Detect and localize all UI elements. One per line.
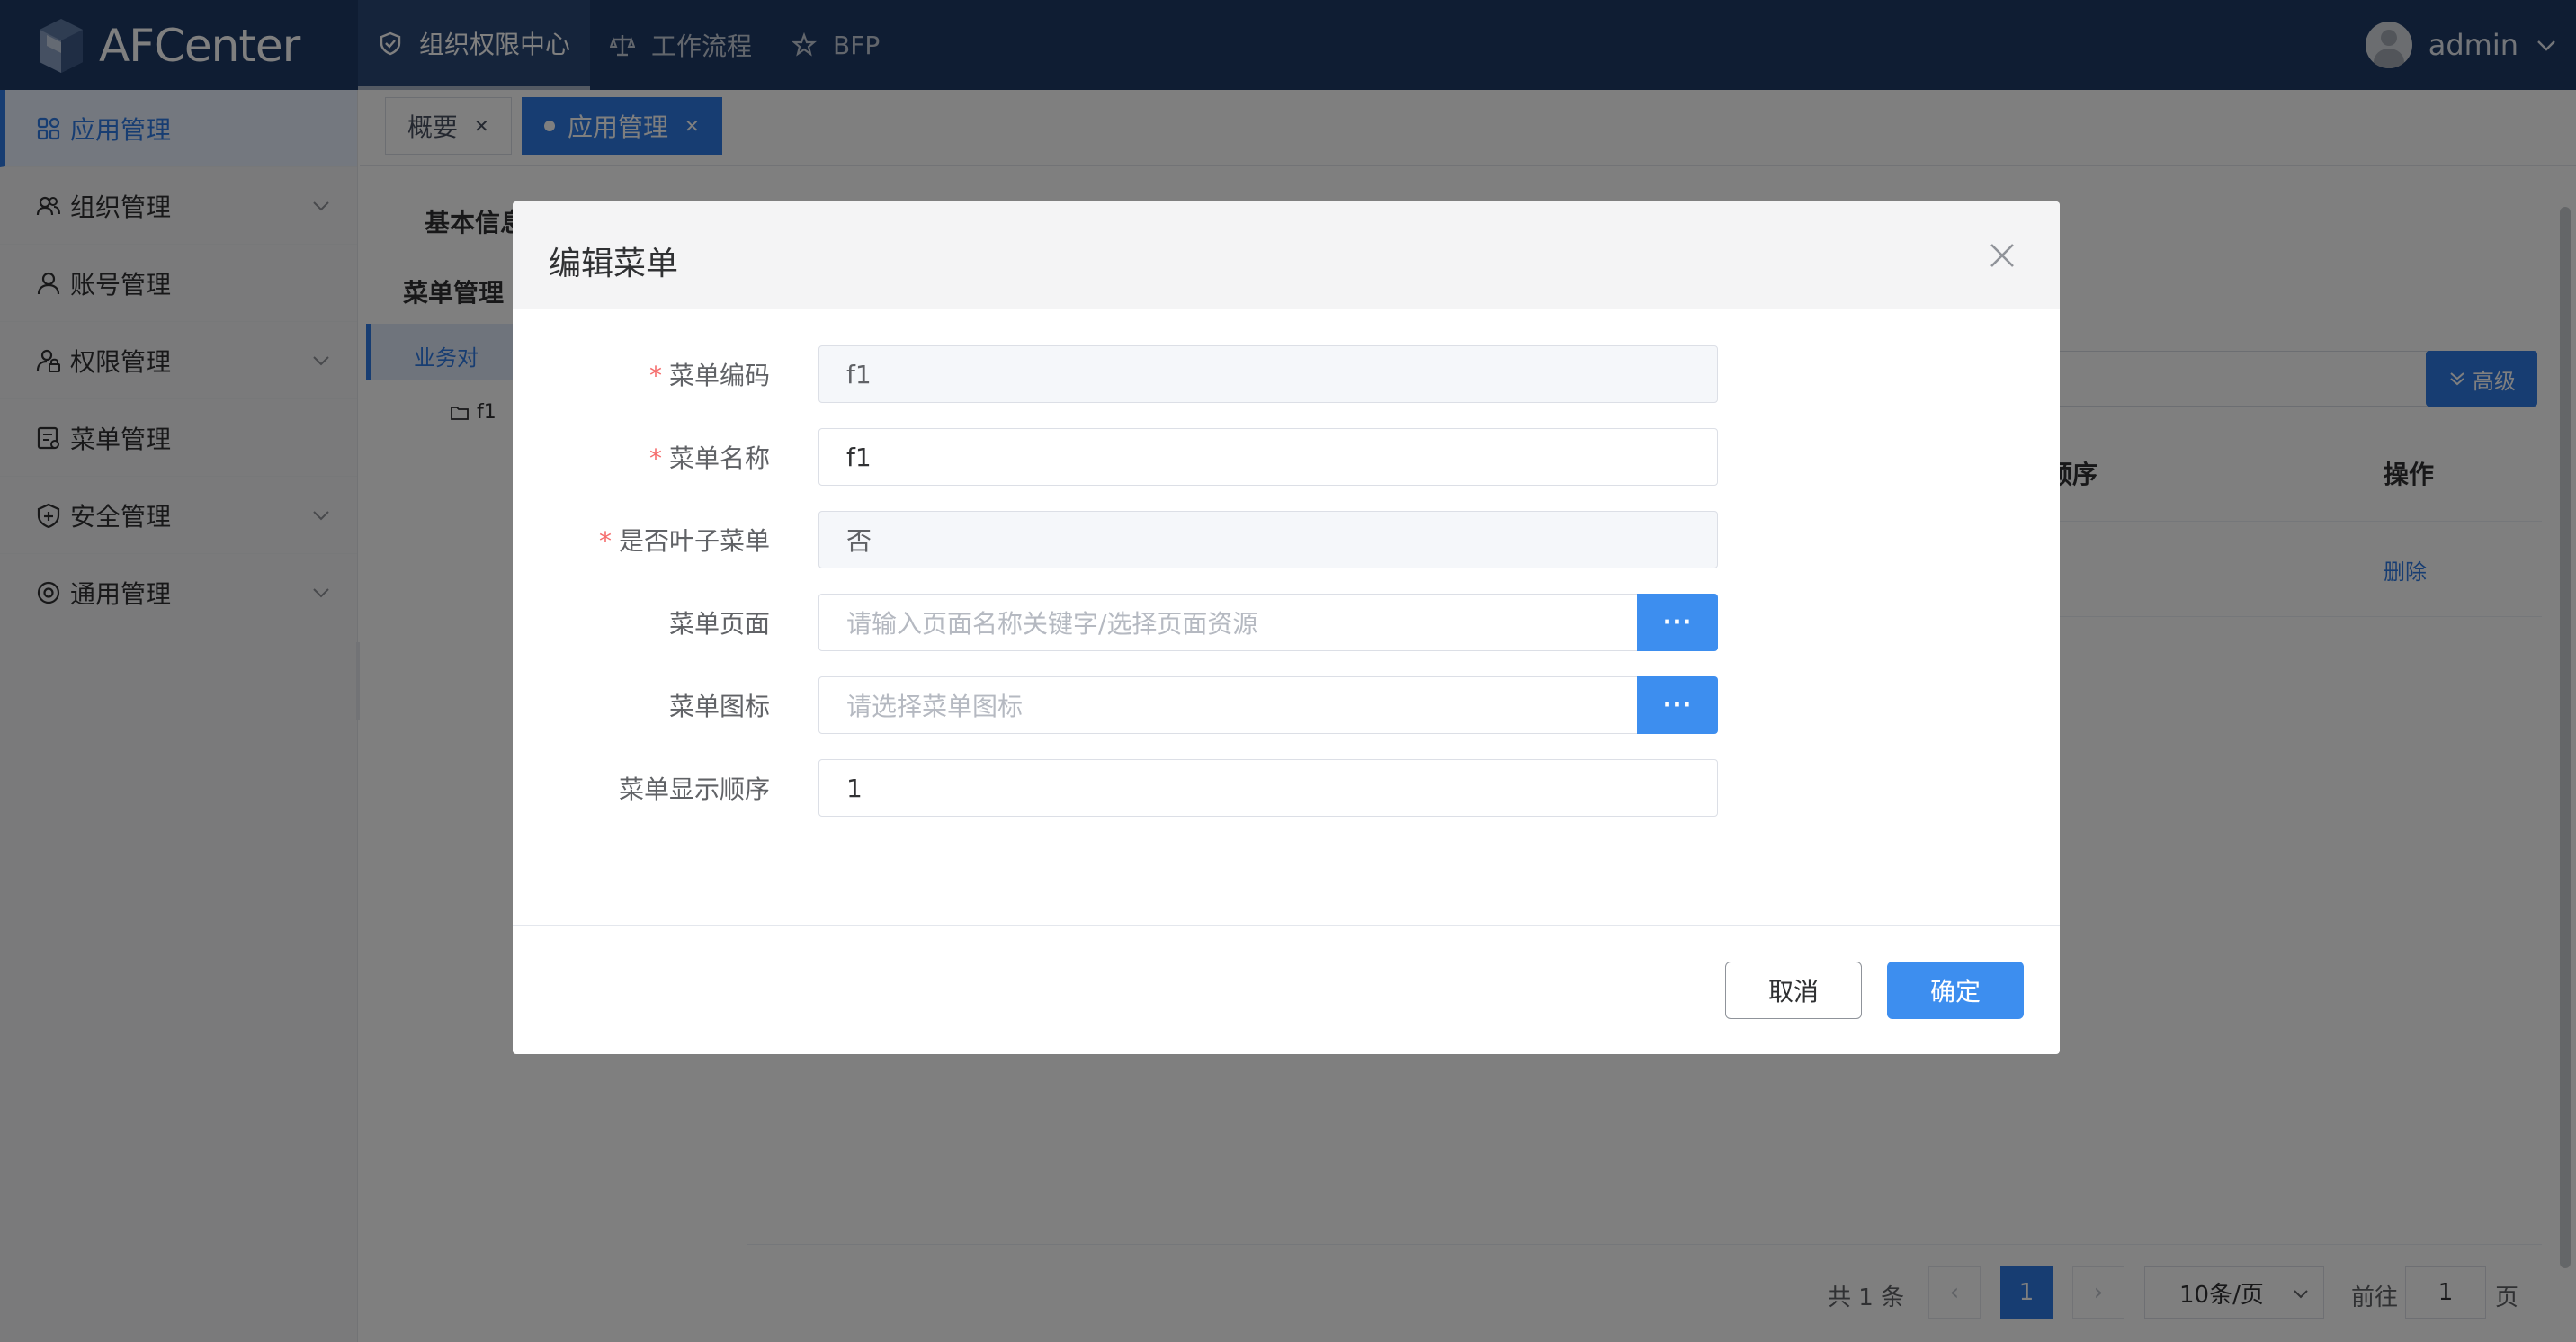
form-row-menu-icon: 菜单图标 请选择菜单图标 ···	[513, 676, 2060, 734]
form-row-menu-code: * 菜单编码 f1	[513, 345, 2060, 403]
form-row-menu-name: * 菜单名称 f1	[513, 428, 2060, 486]
select-icon-button[interactable]: ···	[1637, 676, 1718, 734]
is-leaf-select[interactable]: 否	[818, 511, 1718, 568]
dialog-footer: 取消 确定	[513, 925, 2060, 1054]
menu-page-label: 菜单页面	[668, 609, 770, 639]
edit-menu-dialog: 编辑菜单 * 菜单编码 f1 * 菜单名称 f1 * 是否叶子菜单 否 菜单页面 请输…	[513, 201, 2060, 1054]
menu-icon-input[interactable]: 请选择菜单图标	[818, 676, 1639, 734]
confirm-button[interactable]: 确定	[1887, 962, 2024, 1019]
menu-name-input[interactable]: f1	[818, 428, 1718, 486]
menu-icon-label: 菜单图标	[668, 692, 770, 721]
display-order-input[interactable]: 1	[818, 759, 1718, 817]
display-order-label: 菜单显示顺序	[618, 774, 770, 804]
select-page-button[interactable]: ···	[1637, 594, 1718, 651]
menu-name-label: * 菜单名称	[648, 443, 770, 473]
close-icon[interactable]	[1982, 236, 2022, 275]
menu-code-input[interactable]: f1	[818, 345, 1718, 403]
dialog-header: 编辑菜单	[513, 201, 2060, 309]
required-mark: *	[648, 443, 662, 473]
cancel-button[interactable]: 取消	[1725, 962, 1862, 1019]
menu-code-label: * 菜单编码	[648, 361, 770, 390]
form-row-is-leaf: * 是否叶子菜单 否	[513, 511, 2060, 568]
dialog-title: 编辑菜单	[549, 246, 679, 282]
menu-page-input[interactable]: 请输入页面名称关键字/选择页面资源	[818, 594, 1639, 651]
form-row-menu-page: 菜单页面 请输入页面名称关键字/选择页面资源 ···	[513, 594, 2060, 651]
required-mark: *	[648, 361, 662, 390]
required-mark: *	[598, 526, 612, 556]
is-leaf-label: * 是否叶子菜单	[598, 526, 770, 556]
form-row-display-order: 菜单显示顺序 1	[513, 759, 2060, 817]
